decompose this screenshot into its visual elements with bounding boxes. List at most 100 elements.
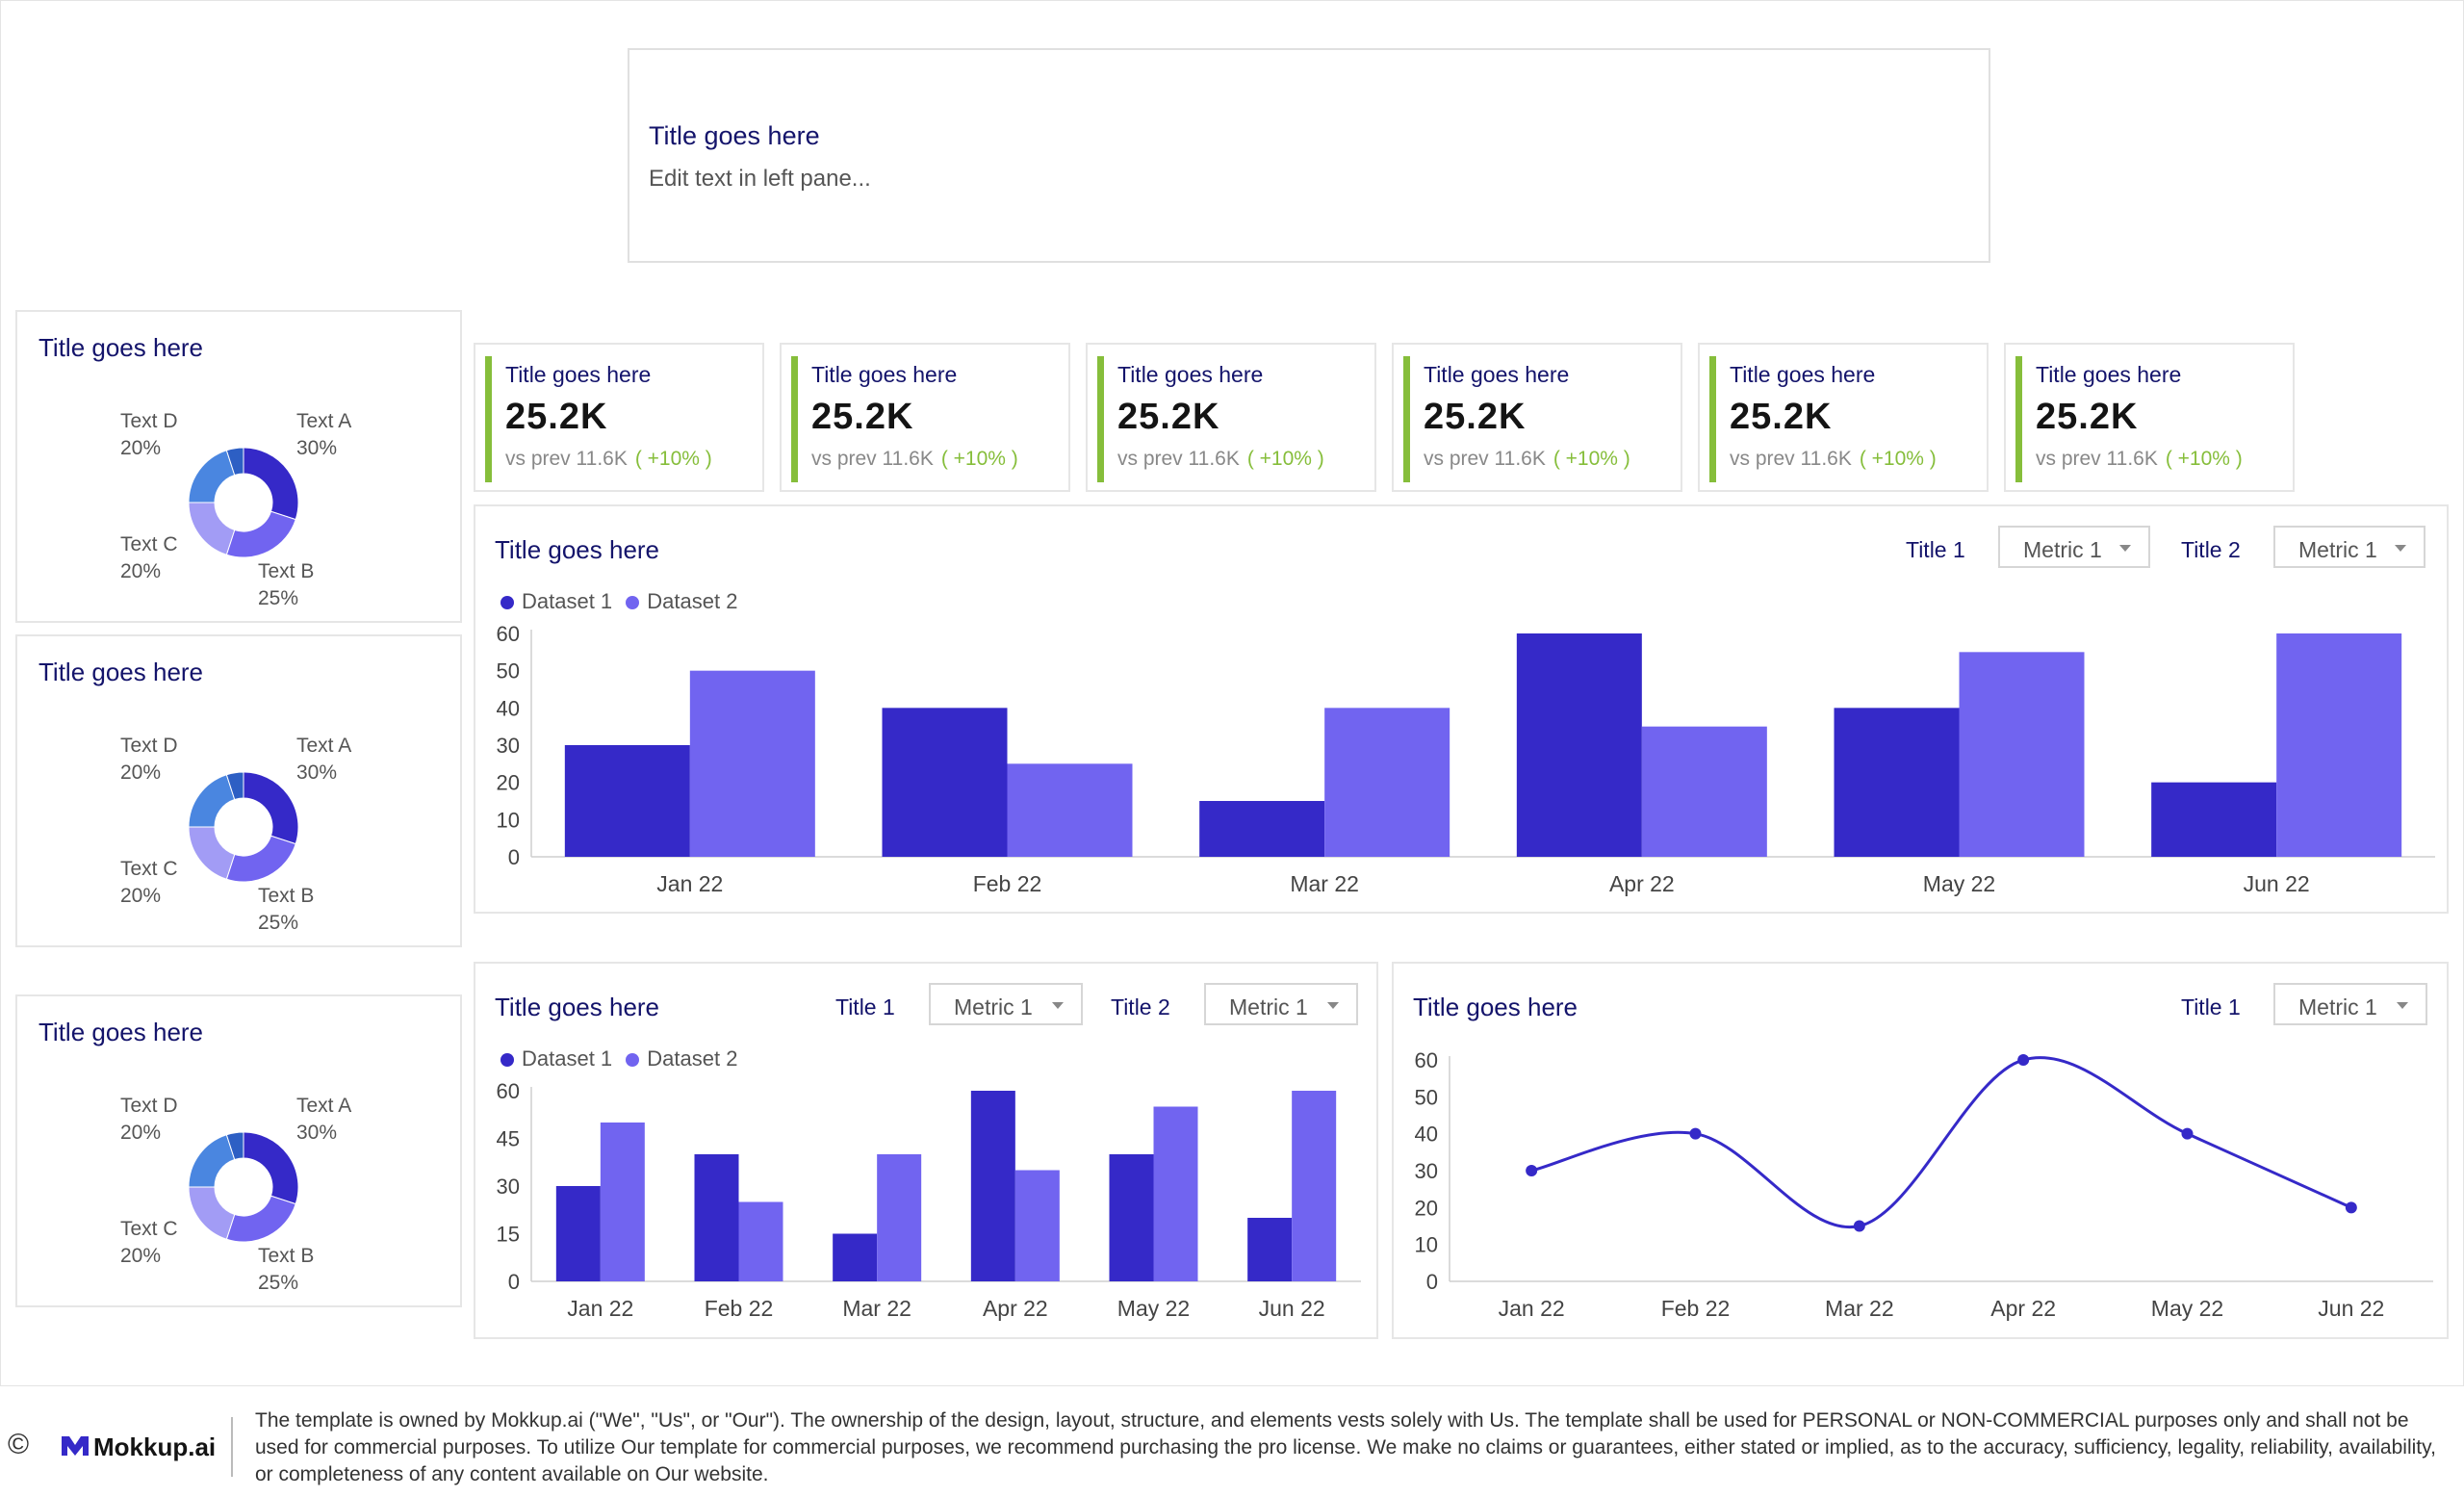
bar-dataset-2-apr-22[interactable] xyxy=(1641,726,1767,857)
x-tick-label: Jan 22 xyxy=(656,871,723,896)
kpi-comparison: vs prev 11.6K( +10% ) xyxy=(1117,448,1324,470)
x-tick-label: Jan 22 xyxy=(567,1296,633,1321)
donut-card-title: Title goes here xyxy=(38,1018,204,1046)
x-tick-label: Jun 22 xyxy=(2244,871,2310,896)
bar-dataset-1-feb-22[interactable] xyxy=(882,708,1008,857)
donut-slice-text-c xyxy=(188,502,236,555)
chevron-down-icon xyxy=(2397,1002,2408,1009)
bar-dataset-2-mar-22[interactable] xyxy=(1324,708,1450,857)
line-series xyxy=(1530,1056,2352,1229)
x-tick-label: Mar 22 xyxy=(1825,1296,1894,1321)
donut-chart xyxy=(188,1131,299,1243)
chevron-down-icon xyxy=(1052,1002,1064,1009)
line-point-mar-22[interactable] xyxy=(1853,1220,1865,1232)
bar-dataset-2-may-22[interactable] xyxy=(1959,652,2085,857)
x-tick-label: Jun 22 xyxy=(2318,1296,2384,1321)
x-tick-label: Mar 22 xyxy=(1290,871,1359,896)
y-tick-label: 60 xyxy=(1415,1048,1438,1072)
x-tick-label: Apr 22 xyxy=(1609,871,1675,896)
kpi-title: Title goes here xyxy=(1117,362,1264,387)
chevron-down-icon xyxy=(2119,545,2131,552)
bar-dataset-2-mar-22[interactable] xyxy=(877,1154,922,1281)
kpi-delta: ( +10% ) xyxy=(1553,448,1630,470)
bar-dataset-1-jun-22[interactable] xyxy=(1247,1218,1293,1281)
bar-dataset-2-jan-22[interactable] xyxy=(600,1123,645,1281)
y-tick-label: 0 xyxy=(1426,1270,1438,1294)
x-tick-label: Apr 22 xyxy=(1990,1296,2056,1321)
metric-dropdown-1[interactable]: Metric 1 xyxy=(1998,526,2150,568)
legend-label: Dataset 1 xyxy=(522,1046,613,1071)
bar-dataset-1-apr-22[interactable] xyxy=(970,1091,1015,1281)
bar-dataset-1-feb-22[interactable] xyxy=(694,1154,739,1281)
bar-dataset-2-feb-22[interactable] xyxy=(1007,763,1133,857)
x-tick-label: May 22 xyxy=(2151,1296,2223,1321)
filter-label-1: Title 1 xyxy=(1906,537,1965,562)
donut-card-title: Title goes here xyxy=(38,658,204,686)
line-point-jan-22[interactable] xyxy=(1526,1165,1538,1176)
main-bar-chart-card: Title goes here Title 1 Metric 1 Title 2… xyxy=(474,504,2449,914)
kpi-card-5: Title goes here 25.2K vs prev 11.6K( +10… xyxy=(1698,343,1989,492)
x-tick-label: Jan 22 xyxy=(1499,1296,1565,1321)
bar-dataset-2-may-22[interactable] xyxy=(1153,1106,1198,1282)
kpi-title: Title goes here xyxy=(1424,362,1570,387)
header-subtitle: Edit text in left pane... xyxy=(649,166,871,192)
line-point-apr-22[interactable] xyxy=(2017,1054,2030,1066)
legend-label: Dataset 2 xyxy=(647,1046,738,1071)
y-tick-label: 0 xyxy=(508,845,520,869)
donut-chart xyxy=(188,771,299,883)
filter-label-2: Title 2 xyxy=(1111,994,1170,1020)
y-tick-label: 20 xyxy=(1415,1196,1438,1220)
bar-dataset-1-may-22[interactable] xyxy=(1109,1154,1154,1281)
line-point-may-22[interactable] xyxy=(2181,1127,2194,1140)
metric-dropdown-1[interactable]: Metric 1 xyxy=(2273,983,2427,1025)
bar-dataset-1-mar-22[interactable] xyxy=(1199,801,1325,857)
kpi-comparison: vs prev 11.6K( +10% ) xyxy=(811,448,1018,470)
bar-dataset-1-jan-22[interactable] xyxy=(555,1186,601,1281)
donut-slice-text-a xyxy=(243,1131,299,1205)
donut-label-b: Text B 25% xyxy=(258,885,315,934)
bar-dataset-2-jun-22[interactable] xyxy=(2276,633,2402,857)
y-tick-label: 40 xyxy=(1415,1123,1438,1147)
donut-card-2: Title goes here Text D 20% Text A 30% Text… xyxy=(15,634,462,947)
metric-dropdown-2[interactable]: Metric 1 xyxy=(1204,983,1358,1025)
bar-dataset-1-jan-22[interactable] xyxy=(564,745,690,857)
x-tick-label: May 22 xyxy=(1923,871,1995,896)
donut-slice-text-b xyxy=(225,1195,296,1243)
bar-dataset-2-jan-22[interactable] xyxy=(689,670,815,857)
donut-label-b: Text B 25% xyxy=(258,1245,315,1294)
bar-dataset-1-mar-22[interactable] xyxy=(833,1233,878,1282)
donut-slice-text-a xyxy=(243,771,299,845)
bar-dataset-1-apr-22[interactable] xyxy=(1516,633,1642,857)
filter-label-1: Title 1 xyxy=(2181,994,2241,1020)
bar-dataset-2-apr-22[interactable] xyxy=(1014,1170,1060,1282)
x-tick-label: Apr 22 xyxy=(983,1296,1048,1321)
kpi-delta: ( +10% ) xyxy=(2165,448,2243,470)
line-point-jun-22[interactable] xyxy=(2345,1201,2357,1214)
y-tick-label: 50 xyxy=(497,659,520,684)
copyright-symbol: © xyxy=(8,1429,30,1460)
bar-dataset-2-feb-22[interactable] xyxy=(738,1201,783,1282)
y-tick-label: 15 xyxy=(497,1223,520,1247)
kpi-delta: ( +10% ) xyxy=(1859,448,1937,470)
kpi-card-1: Title goes here 25.2K vs prev 11.6K( +10… xyxy=(474,343,764,492)
donut-card-1: Title goes here Text D 20% Text A 30% Text… xyxy=(15,310,462,623)
kpi-accent-bar xyxy=(485,356,492,482)
chart-title: Title goes here xyxy=(1413,993,1578,1021)
bar-dataset-1-may-22[interactable] xyxy=(1834,708,1960,857)
legend-label: Dataset 1 xyxy=(522,589,613,613)
line-chart-card: Title goes here Title 1 Metric 1 0 10 20 30… xyxy=(1392,962,2449,1339)
donut-label-d: Text D 20% xyxy=(120,1095,178,1144)
x-tick-label: Feb 22 xyxy=(705,1296,774,1321)
metric-dropdown-2[interactable]: Metric 1 xyxy=(2273,526,2426,568)
y-tick-label: 40 xyxy=(497,696,520,720)
line-point-feb-22[interactable] xyxy=(1689,1127,1702,1140)
kpi-delta: ( +10% ) xyxy=(1246,448,1324,470)
metric-dropdown-1[interactable]: Metric 1 xyxy=(929,983,1083,1025)
donut-slice-text-d xyxy=(188,450,236,503)
kpi-comparison: vs prev 11.6K( +10% ) xyxy=(505,448,712,470)
chart-legend: Dataset 1 Dataset 2 xyxy=(500,589,737,614)
kpi-comparison: vs prev 11.6K( +10% ) xyxy=(2036,448,2243,470)
bar-dataset-1-jun-22[interactable] xyxy=(2151,782,2277,857)
kpi-card-6: Title goes here 25.2K vs prev 11.6K( +10… xyxy=(2004,343,2295,492)
bar-dataset-2-jun-22[interactable] xyxy=(1292,1091,1337,1281)
